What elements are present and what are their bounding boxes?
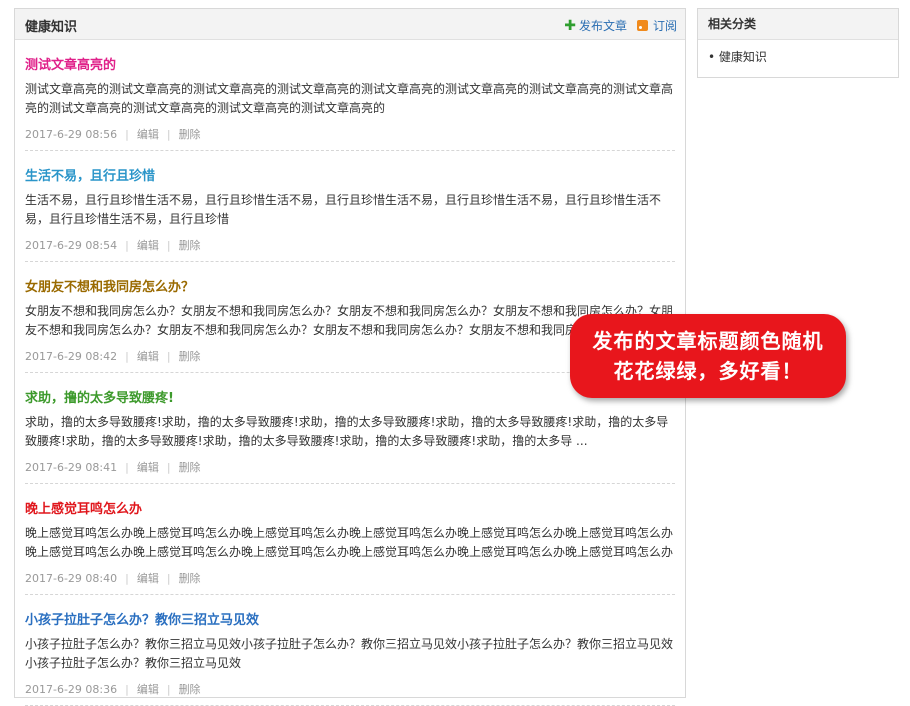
article-summary: 测试文章高亮的测试文章高亮的测试文章高亮的测试文章高亮的测试文章高亮的测试文章高… xyxy=(25,82,674,115)
edit-link[interactable]: 编辑 xyxy=(137,128,159,141)
delete-link[interactable]: 删除 xyxy=(179,128,201,141)
callout-line-1: 发布的文章标题颜色随机 xyxy=(592,329,824,353)
article-title[interactable]: 小孩子拉肚子怎么办？教你三招立马见效 xyxy=(25,609,675,628)
article-summary: 生活不易，且行且珍惜生活不易，且行且珍惜生活不易，且行且珍惜生活不易，且行且珍惜… xyxy=(25,193,662,226)
article-meta: 2017-6-29 08:54 | 编辑 | 删除 xyxy=(25,237,675,253)
edit-link[interactable]: 编辑 xyxy=(137,683,159,696)
header-actions: ✚ 发布文章 订阅 xyxy=(564,17,677,34)
article-meta: 2017-6-29 08:56 | 编辑 | 删除 xyxy=(25,126,675,142)
delete-link[interactable]: 删除 xyxy=(179,572,201,585)
separator: | xyxy=(166,239,171,252)
article-meta: 2017-6-29 08:41 | 编辑 | 删除 xyxy=(25,459,675,475)
publish-label: 发布文章 xyxy=(578,19,627,33)
subscribe-link[interactable]: 订阅 xyxy=(653,17,677,34)
separator: | xyxy=(166,128,171,141)
article-meta: 2017-6-29 08:40 | 编辑 | 删除 xyxy=(25,570,675,586)
separator: | xyxy=(125,239,129,252)
delete-link[interactable]: 删除 xyxy=(179,683,201,696)
separator: | xyxy=(166,461,171,474)
edit-link[interactable]: 编辑 xyxy=(137,572,159,585)
callout-bubble: 发布的文章标题颜色随机 花花绿绿，多好看！ xyxy=(570,314,846,398)
article-title[interactable]: 女朋友不想和我同房怎么办？ xyxy=(25,276,675,295)
article-item: 小孩子拉肚子怎么办？教你三招立马见效 小孩子拉肚子怎么办？教你三招立马见效小孩子… xyxy=(25,595,675,706)
delete-link[interactable]: 删除 xyxy=(179,350,201,363)
sidebar-title: 相关分类 xyxy=(698,9,898,40)
separator: | xyxy=(166,350,171,363)
article-summary: 求助，撸的太多导致腰疼!求助，撸的太多导致腰疼!求助，撸的太多导致腰疼!求助，撸… xyxy=(25,415,669,448)
separator: | xyxy=(125,572,129,585)
category-item-health[interactable]: • 健康知识 xyxy=(708,48,888,65)
article-item: 生活不易，且行且珍惜 生活不易，且行且珍惜生活不易，且行且珍惜生活不易，且行且珍… xyxy=(25,151,675,262)
panel-title: 健康知识 xyxy=(25,20,78,35)
delete-link[interactable]: 删除 xyxy=(179,239,201,252)
rss-icon xyxy=(636,20,648,31)
edit-link[interactable]: 编辑 xyxy=(137,350,159,363)
article-date: 2017-6-29 08:56 xyxy=(25,128,118,141)
article-date: 2017-6-29 08:42 xyxy=(25,350,118,363)
article-item: 测试文章高亮的 测试文章高亮的测试文章高亮的测试文章高亮的测试文章高亮的测试文章… xyxy=(25,40,675,151)
article-date: 2017-6-29 08:54 xyxy=(25,239,118,252)
callout-line-2: 花花绿绿，多好看！ xyxy=(613,359,803,383)
category-list: • 健康知识 xyxy=(698,40,898,73)
separator: | xyxy=(166,572,171,585)
publish-article-link[interactable]: ✚ 发布文章 xyxy=(564,17,627,34)
separator: | xyxy=(166,683,171,696)
article-title[interactable]: 晚上感觉耳鸣怎么办 xyxy=(25,498,675,517)
article-date: 2017-6-29 08:40 xyxy=(25,572,118,585)
article-summary: 小孩子拉肚子怎么办？教你三招立马见效小孩子拉肚子怎么办？教你三招立马见效小孩子拉… xyxy=(25,637,674,670)
edit-link[interactable]: 编辑 xyxy=(137,461,159,474)
delete-link[interactable]: 删除 xyxy=(179,461,201,474)
separator: | xyxy=(125,461,129,474)
article-date: 2017-6-29 08:36 xyxy=(25,683,118,696)
article-date: 2017-6-29 08:41 xyxy=(25,461,118,474)
article-title[interactable]: 生活不易，且行且珍惜 xyxy=(25,165,675,184)
edit-link[interactable]: 编辑 xyxy=(137,239,159,252)
article-meta: 2017-6-29 08:36 | 编辑 | 删除 xyxy=(25,681,675,697)
article-item: 晚上感觉耳鸣怎么办 晚上感觉耳鸣怎么办晚上感觉耳鸣怎么办晚上感觉耳鸣怎么办晚上感… xyxy=(25,484,675,595)
article-summary: 晚上感觉耳鸣怎么办晚上感觉耳鸣怎么办晚上感觉耳鸣怎么办晚上感觉耳鸣怎么办晚上感觉… xyxy=(25,526,674,559)
related-categories-panel: 相关分类 • 健康知识 xyxy=(697,8,899,78)
separator: | xyxy=(125,128,129,141)
separator: | xyxy=(125,683,129,696)
panel-header: 健康知识 ✚ 发布文章 订阅 xyxy=(15,9,685,40)
plus-icon: ✚ xyxy=(564,17,576,34)
separator: | xyxy=(125,350,129,363)
article-title[interactable]: 测试文章高亮的 xyxy=(25,54,675,73)
